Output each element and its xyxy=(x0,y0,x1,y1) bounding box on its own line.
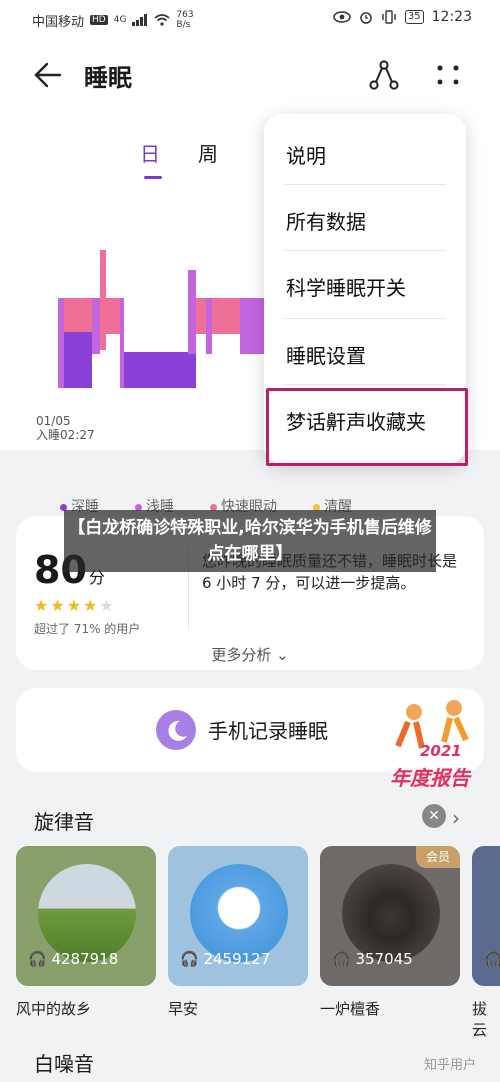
app-header: 睡眠 xyxy=(0,48,500,102)
chevron-right-icon[interactable]: › xyxy=(452,806,460,830)
wifi-icon xyxy=(154,14,170,26)
moon-icon xyxy=(156,710,196,750)
more-options-icon[interactable] xyxy=(430,58,470,92)
menu-item-sleep-settings[interactable]: 睡眠设置 xyxy=(286,340,446,369)
vibrate-icon xyxy=(382,10,396,24)
menu-item-scientific-sleep-switch[interactable]: 科学睡眠开关 xyxy=(286,272,446,301)
star-rating: ★★★★★ xyxy=(34,596,116,615)
star-empty-icon: ★ xyxy=(99,596,116,615)
menu-divider xyxy=(284,184,446,185)
tile-name: 一炉檀香 xyxy=(320,1000,381,1018)
chart-date: 01/05 入睡02:27 xyxy=(36,414,95,442)
sleep-stage-chart xyxy=(58,250,264,388)
tile-artwork xyxy=(342,864,440,962)
melody-tile[interactable]: 🎧 4287918 xyxy=(16,846,156,986)
rem-bar xyxy=(196,298,206,334)
page-title: 睡眠 xyxy=(84,64,132,92)
star-icon: ★ xyxy=(66,596,84,615)
light-bar xyxy=(240,298,264,354)
tile-name: 拔云 xyxy=(472,1000,488,1039)
annual-report-promo[interactable]: 2021 年度报告 xyxy=(384,696,488,794)
light-bar xyxy=(188,270,196,354)
network-label: 4G xyxy=(113,15,127,25)
chevron-down-icon: ⌄ xyxy=(276,646,289,664)
menu-divider xyxy=(284,250,446,251)
net-speed-value: 763 xyxy=(176,10,194,20)
light-bar xyxy=(92,298,100,354)
melody-tile[interactable]: 🎧 xyxy=(472,846,500,986)
tab-day[interactable]: 日 xyxy=(140,138,162,179)
star-icon: ★ xyxy=(83,596,100,615)
rem-bar xyxy=(212,298,240,334)
sleep-start-label: 入睡02:27 xyxy=(36,428,95,442)
play-count: 🎧 4287918 xyxy=(28,950,119,968)
vip-badge: 会员 xyxy=(416,846,460,868)
more-analysis-label: 更多分析 xyxy=(211,646,272,664)
status-bar: 中国移动 HD 4G 763 B/s 35 12:23 xyxy=(0,0,500,36)
report-label: 年度报告 xyxy=(390,766,470,790)
star-icon: ★ xyxy=(34,596,51,615)
tile-name: 风中的故乡 xyxy=(16,1000,92,1018)
period-tabs: 日 周 xyxy=(140,138,218,179)
caption-overlay: 【白龙桥确诊特殊职业,哈尔滨华为手机售后维修点在哪里】 xyxy=(64,510,436,572)
menu-item-all-data[interactable]: 所有数据 xyxy=(286,206,446,235)
date-label: 01/05 xyxy=(36,414,71,428)
light-bar xyxy=(206,298,212,354)
menu-divider xyxy=(284,384,446,385)
play-count: 🎧 357045 xyxy=(332,950,413,968)
rem-bar xyxy=(106,298,120,334)
phone-record-sleep-label: 手机记录睡眠 xyxy=(208,719,328,743)
signal-icon xyxy=(132,14,148,26)
net-speed: 763 B/s xyxy=(176,10,193,30)
melody-tile[interactable]: 会员 🎧 357045 xyxy=(320,846,460,986)
carrier-label: 中国移动 xyxy=(32,14,85,30)
more-analysis-link[interactable]: 更多分析 ⌄ xyxy=(16,644,484,665)
menu-item-instructions[interactable]: 说明 xyxy=(286,140,446,169)
alarm-icon xyxy=(360,12,372,24)
report-year: 2021 xyxy=(420,742,462,760)
hd-badge: HD xyxy=(90,15,108,25)
tile-artwork xyxy=(38,864,136,962)
battery-icon: 35 xyxy=(404,10,424,24)
melody-tile[interactable]: 🎧 2459127 xyxy=(168,846,308,986)
white-noise-section-title: 白噪音 xyxy=(34,1052,94,1076)
play-count-icon: 🎧 xyxy=(484,950,500,968)
light-bar xyxy=(58,298,64,388)
net-speed-unit: B/s xyxy=(176,20,191,30)
light-bar xyxy=(120,298,124,388)
menu-divider xyxy=(284,318,446,319)
share-icon[interactable] xyxy=(364,58,404,92)
star-icon: ★ xyxy=(50,596,67,615)
watermark: 知乎用户 xyxy=(424,1058,477,1073)
back-arrow-icon[interactable] xyxy=(30,58,70,92)
percentile-text: 超过了 71% 的用户 xyxy=(34,622,141,636)
sleep-page: 中国移动 HD 4G 763 B/s 35 12:23 睡眠 日 周 01/05… xyxy=(0,0,500,1082)
highlight-box xyxy=(266,388,468,466)
eye-icon xyxy=(333,11,351,23)
tile-artwork xyxy=(190,864,288,962)
clock: 12:23 xyxy=(431,9,472,25)
close-icon[interactable]: ✕ xyxy=(422,804,446,828)
play-count: 🎧 2459127 xyxy=(180,950,271,968)
tile-name: 早安 xyxy=(168,1000,199,1018)
deep-bar xyxy=(64,332,92,388)
tab-week[interactable]: 周 xyxy=(198,138,218,167)
deep-bar xyxy=(124,352,196,388)
rem-bar xyxy=(100,250,106,350)
melody-section-title: 旋律音 xyxy=(34,810,94,834)
